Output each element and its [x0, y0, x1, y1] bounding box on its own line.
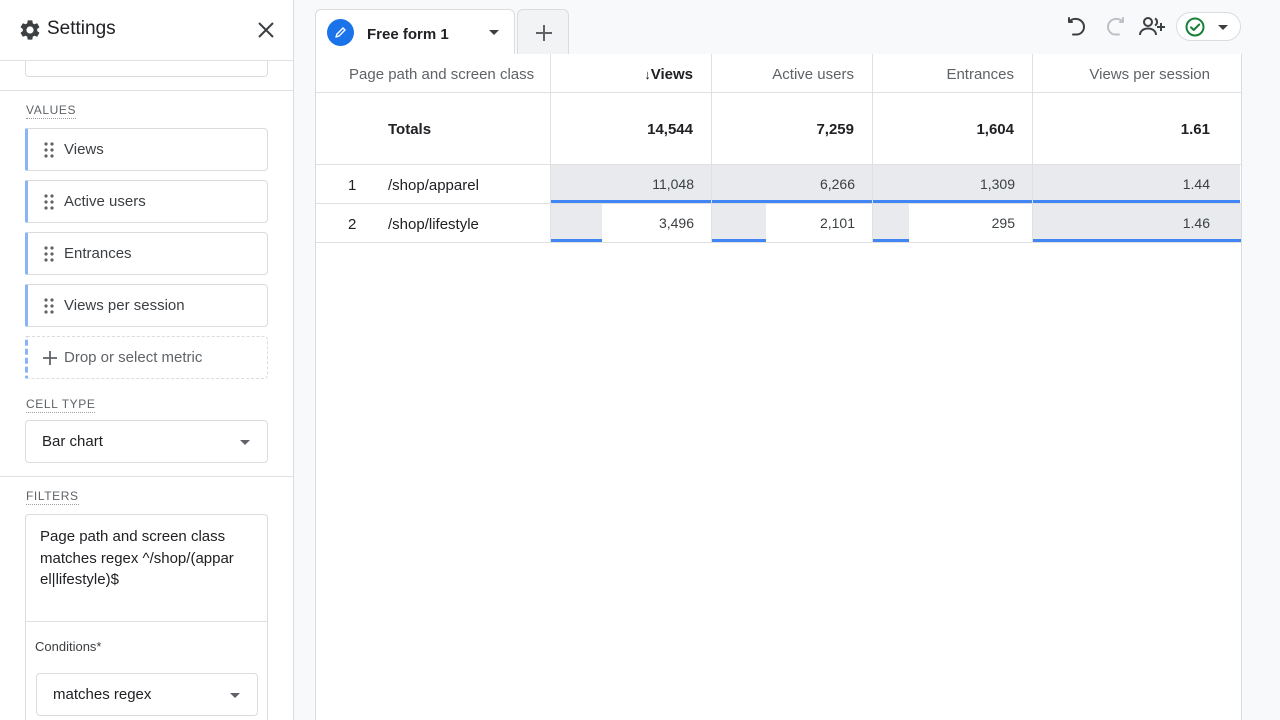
cell-value: 1.46	[1182, 215, 1210, 231]
cell-value: 1.44	[1182, 176, 1210, 192]
column-header-active-users[interactable]: Active users	[772, 54, 854, 93]
plus-icon	[43, 351, 57, 365]
metric-chip-label: Entrances	[64, 245, 132, 262]
totals-value: 7,259	[816, 121, 854, 138]
views-per-session-bar-cell: 1.44	[1033, 165, 1241, 203]
cell-value: 11,048	[652, 176, 694, 192]
settings-panel: VALUES Views Active users Entrances View…	[0, 0, 294, 720]
table-header-row: Page path and screen class ↓Views Active…	[316, 54, 1241, 93]
column-divider	[872, 54, 873, 242]
cell-value: 295	[991, 215, 1015, 231]
drop-metric-label: Drop or select metric	[64, 349, 203, 366]
bar-fill	[1033, 204, 1241, 242]
drag-handle-icon[interactable]	[44, 298, 54, 314]
filter-card[interactable]: Page path and screen class matches regex…	[25, 514, 268, 720]
add-tab-button[interactable]	[517, 9, 569, 54]
metric-chip-views-per-session[interactable]: Views per session	[25, 284, 268, 327]
cell-type-value: Bar chart	[42, 433, 103, 450]
conditions-label: Conditions*	[35, 639, 102, 654]
gear-icon	[20, 20, 40, 40]
cell-value: 1,309	[979, 176, 1015, 192]
status-menu[interactable]	[1176, 12, 1241, 41]
metric-chip-label: Views per session	[64, 297, 185, 314]
redo-icon[interactable]	[1102, 14, 1128, 40]
tab-menu-chevron-icon[interactable]	[489, 30, 499, 35]
column-divider	[1032, 54, 1033, 242]
entrances-bar-cell: 1,309	[873, 165, 1032, 203]
filters-section-label: FILTERS	[26, 489, 79, 505]
panel-title: Settings	[47, 18, 116, 39]
column-header-page-path[interactable]: Page path and screen class	[349, 54, 534, 93]
cell-type-select[interactable]: Bar chart	[25, 420, 268, 463]
table-row[interactable]: 1 /shop/apparel 11,048 6,266 1,309 1.44	[316, 164, 1241, 203]
undo-icon[interactable]	[1064, 14, 1090, 40]
filter-summary: Page path and screen class matches regex…	[40, 528, 234, 588]
row-dimension: /shop/lifestyle	[388, 216, 479, 233]
divider	[0, 476, 293, 477]
bar-fill	[712, 204, 766, 242]
tab-label: Free form 1	[367, 26, 449, 43]
totals-value: 1,604	[976, 121, 1014, 138]
totals-label: Totals	[388, 121, 432, 138]
values-section-label: VALUES	[26, 103, 77, 119]
divider	[0, 90, 293, 91]
chevron-down-icon	[1218, 25, 1228, 30]
divider	[26, 621, 267, 622]
share-icon[interactable]	[1138, 14, 1166, 40]
column-divider	[550, 54, 551, 242]
chevron-down-icon	[240, 440, 250, 445]
metric-chip-label: Active users	[64, 193, 146, 210]
bar-fill	[551, 204, 602, 242]
drop-metric-target[interactable]: Drop or select metric	[25, 336, 268, 379]
column-header-views-per-session[interactable]: Views per session	[1089, 54, 1210, 93]
metric-chip-label: Views	[64, 141, 104, 158]
cell-value: 6,266	[819, 176, 855, 192]
totals-value: 14,544	[647, 121, 693, 138]
active-users-bar-cell: 2,101	[712, 204, 872, 242]
plus-icon	[536, 25, 552, 41]
metric-chip-views[interactable]: Views	[25, 128, 268, 171]
report-canvas: Page path and screen class ↓Views Active…	[315, 54, 1242, 720]
row-number: 1	[348, 177, 357, 194]
metric-chip-entrances[interactable]: Entrances	[25, 232, 268, 275]
check-circle-icon	[1185, 17, 1205, 37]
bar-fill	[873, 204, 909, 242]
conditions-select[interactable]: matches regex	[36, 673, 258, 716]
column-header-entrances[interactable]: Entrances	[946, 54, 1014, 93]
conditions-value: matches regex	[53, 686, 152, 703]
drag-handle-icon[interactable]	[44, 142, 54, 158]
drag-handle-icon[interactable]	[44, 194, 54, 210]
pencil-icon	[327, 19, 354, 46]
totals-value: 1.61	[1180, 121, 1210, 138]
views-per-session-bar-cell: 1.46	[1033, 204, 1241, 242]
cell-value: 3,496	[658, 215, 694, 231]
table-row[interactable]: 2 /shop/lifestyle 3,496 2,101 295 1.46	[316, 203, 1241, 242]
drag-handle-icon[interactable]	[44, 246, 54, 262]
table-bottom-border	[316, 242, 1241, 243]
row-dimension: /shop/apparel	[388, 177, 479, 194]
views-bar-cell: 3,496	[551, 204, 711, 242]
cell-value: 2,101	[819, 215, 855, 231]
totals-row: Totals 14,544 7,259 1,604 1.61	[316, 93, 1241, 164]
column-header-views-label: Views	[650, 66, 693, 83]
panel-header: Settings	[0, 0, 293, 61]
close-icon[interactable]	[254, 18, 278, 42]
views-bar-cell: 11,048	[551, 165, 711, 203]
cell-type-section-label: CELL TYPE	[26, 397, 96, 413]
row-number: 2	[348, 216, 357, 233]
metric-chip-active-users[interactable]: Active users	[25, 180, 268, 223]
chevron-down-icon	[230, 693, 240, 698]
entrances-bar-cell: 295	[873, 204, 1032, 242]
tab-free-form-1[interactable]: Free form 1	[315, 9, 515, 54]
column-header-views[interactable]: ↓Views	[644, 54, 693, 93]
active-users-bar-cell: 6,266	[712, 165, 872, 203]
column-divider	[711, 54, 712, 242]
